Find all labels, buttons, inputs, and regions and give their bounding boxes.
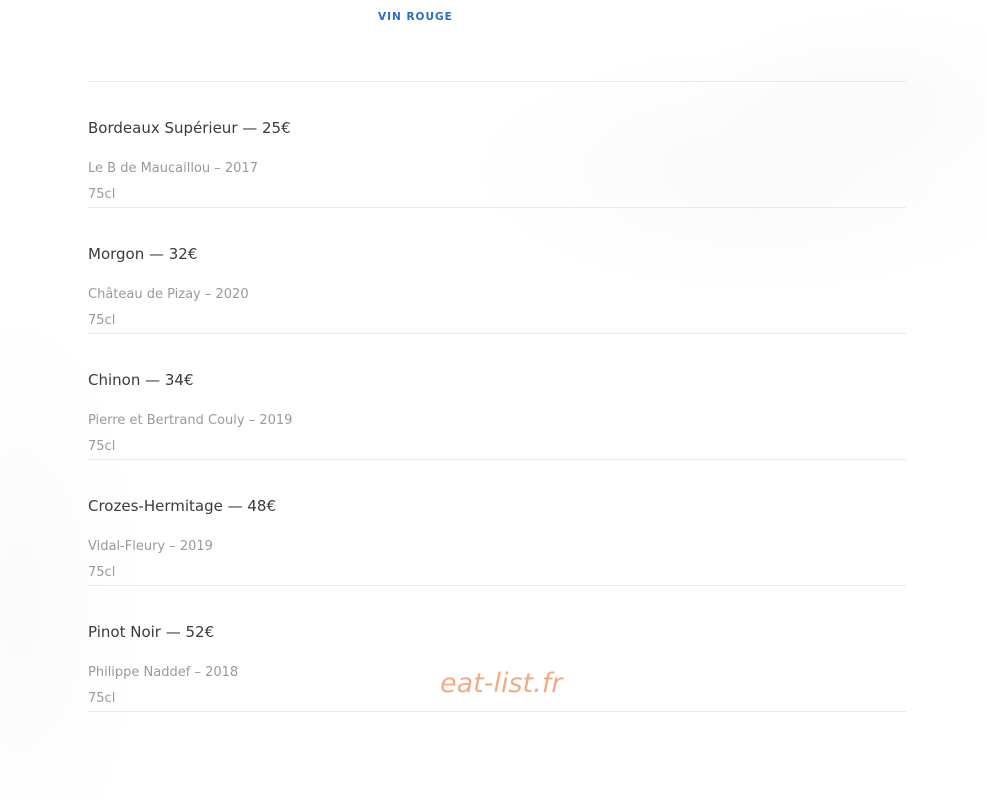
list-item: Bordeaux Supérieur — 25€ Le B de Maucail… [88, 82, 906, 208]
wine-producer: Pierre et Bertrand Couly – 2019 [88, 413, 293, 428]
wine-producer: Château de Pizay – 2020 [88, 287, 249, 302]
wine-list: Bordeaux Supérieur — 25€ Le B de Maucail… [88, 81, 906, 712]
wine-volume: 75cl [88, 313, 116, 328]
list-item: Morgon — 32€ Château de Pizay – 2020 75c… [88, 208, 906, 334]
wine-title: Morgon — 32€ [88, 245, 198, 263]
wine-producer: Le B de Maucaillou – 2017 [88, 161, 258, 176]
tab-vin-rouge[interactable]: VIN ROUGE [378, 11, 453, 23]
wine-producer: Philippe Naddef – 2018 [88, 665, 239, 680]
wine-title: Pinot Noir — 52€ [88, 623, 215, 641]
list-item: Chinon — 34€ Pierre et Bertrand Couly – … [88, 334, 906, 460]
wine-volume: 75cl [88, 439, 116, 454]
watermark: eat-list.fr [440, 668, 563, 699]
wine-title: Crozes-Hermitage — 48€ [88, 497, 276, 515]
wine-title: Bordeaux Supérieur — 25€ [88, 119, 291, 137]
wine-title: Chinon — 34€ [88, 371, 194, 389]
wine-volume: 75cl [88, 565, 116, 580]
wine-volume: 75cl [88, 691, 116, 706]
wine-volume: 75cl [88, 187, 116, 202]
list-item: Crozes-Hermitage — 48€ Vidal-Fleury – 20… [88, 460, 906, 586]
wine-producer: Vidal-Fleury – 2019 [88, 539, 213, 554]
